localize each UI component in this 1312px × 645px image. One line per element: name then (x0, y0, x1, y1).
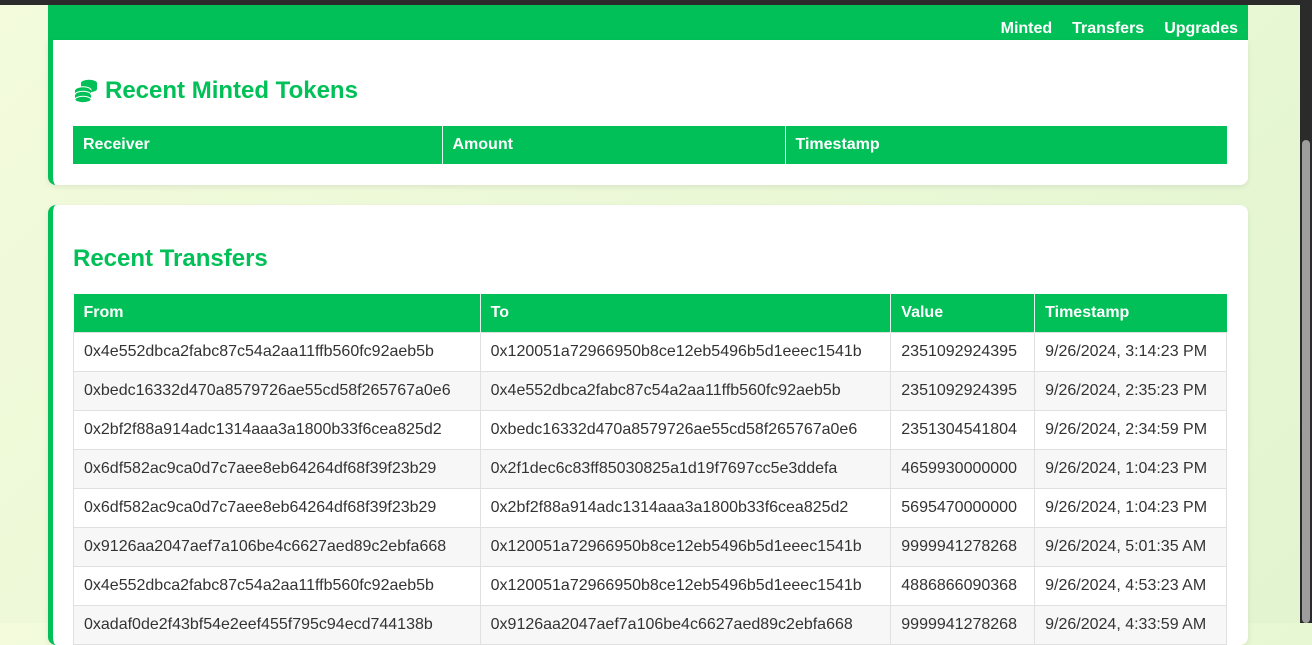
nav-link-transfers[interactable]: Transfers (1072, 20, 1144, 38)
transfer-timestamp: 9/26/2024, 3:14:23 PM (1034, 331, 1227, 372)
from-address: 0xadaf0de2f43bf54e2eef455f795c94ecd74413… (73, 604, 481, 645)
transfer-value: 4659930000000 (890, 448, 1036, 489)
nav-link-upgrades[interactable]: Upgrades (1164, 20, 1238, 38)
to-address: 0x120051a72966950b8ce12eb5496b5d1eeec154… (479, 565, 892, 606)
from-address: 0x6df582ac9ca0d7c7aee8eb64264df68f39f23b… (73, 448, 481, 489)
transfer-timestamp: 9/26/2024, 1:04:23 PM (1034, 487, 1227, 528)
to-address: 0x4e552dbca2fabc87c54a2aa11ffb560fc92aeb… (479, 370, 892, 411)
transfer-timestamp: 9/26/2024, 1:04:23 PM (1034, 448, 1227, 489)
to-address: 0x2f1dec6c83ff85030825a1d19f7697cc5e3dde… (479, 448, 892, 489)
transfer-value: 5695470000000 (890, 487, 1036, 528)
from-address: 0xbedc16332d470a8579726ae55cd58f265767a0… (73, 370, 481, 411)
minted-tokens-card: Recent Minted Tokens Receiver Amount Tim… (48, 40, 1248, 185)
transfer-value: 2351092924395 (890, 331, 1036, 372)
minted-tokens-title: Recent Minted Tokens (105, 77, 358, 104)
from-address: 0x9126aa2047aef7a106be4c6627aed89c2ebfa6… (73, 526, 481, 567)
column-header-value: Value (890, 294, 1036, 332)
table-row: 0x6df582ac9ca0d7c7aee8eb64264df68f39f23b… (73, 487, 1227, 528)
transfer-timestamp: 9/26/2024, 4:53:23 AM (1034, 565, 1227, 606)
to-address: 0xbedc16332d470a8579726ae55cd58f265767a0… (479, 409, 892, 450)
from-address: 0x6df582ac9ca0d7c7aee8eb64264df68f39f23b… (73, 487, 481, 528)
column-header-timestamp: Timestamp (1034, 294, 1227, 332)
table-row: 0x2bf2f88a914adc1314aaa3a1800b33f6cea825… (73, 409, 1227, 450)
column-header-receiver: Receiver (73, 126, 443, 164)
transfer-timestamp: 9/26/2024, 4:33:59 AM (1034, 604, 1227, 645)
minted-tokens-heading: Recent Minted Tokens (73, 77, 358, 105)
transfer-timestamp: 9/26/2024, 2:35:23 PM (1034, 370, 1227, 411)
recent-transfers-title: Recent Transfers (73, 245, 268, 272)
table-row: 0x9126aa2047aef7a106be4c6627aed89c2ebfa6… (73, 526, 1227, 567)
table-row: 0x6df582ac9ca0d7c7aee8eb64264df68f39f23b… (73, 448, 1227, 489)
transfer-value: 9999941278268 (890, 604, 1036, 645)
table-row: 0x4e552dbca2fabc87c54a2aa11ffb560fc92aeb… (73, 331, 1227, 372)
scrollbar[interactable] (1300, 0, 1312, 623)
table-row: 0x4e552dbca2fabc87c54a2aa11ffb560fc92aeb… (73, 565, 1227, 606)
coins-icon (74, 79, 97, 104)
transfer-value: 4886866090368 (890, 565, 1036, 606)
table-row: 0xadaf0de2f43bf54e2eef455f795c94ecd74413… (73, 604, 1227, 645)
from-address: 0x4e552dbca2fabc87c54a2aa11ffb560fc92aeb… (73, 331, 481, 372)
to-address: 0x9126aa2047aef7a106be4c6627aed89c2ebfa6… (479, 604, 892, 645)
recent-transfers-card: Recent Transfers From To Value Timestamp… (48, 205, 1248, 645)
to-address: 0x120051a72966950b8ce12eb5496b5d1eeec154… (479, 526, 892, 567)
from-address: 0x2bf2f88a914adc1314aaa3a1800b33f6cea825… (73, 409, 481, 450)
column-header-from: From (73, 294, 481, 332)
to-address: 0x120051a72966950b8ce12eb5496b5d1eeec154… (479, 331, 892, 372)
nav-link-minted[interactable]: Minted (1001, 20, 1053, 38)
transfer-value: 9999941278268 (890, 526, 1036, 567)
recent-transfers-heading: Recent Transfers (73, 245, 268, 273)
column-header-timestamp: Timestamp (785, 126, 1227, 164)
column-header-amount: Amount (442, 126, 786, 164)
minted-tokens-table: Receiver Amount Timestamp (73, 126, 1227, 164)
table-row: 0xbedc16332d470a8579726ae55cd58f265767a0… (73, 370, 1227, 411)
column-header-to: To (480, 294, 892, 332)
transfer-value: 2351304541804 (890, 409, 1036, 450)
transfer-timestamp: 9/26/2024, 5:01:35 AM (1034, 526, 1227, 567)
from-address: 0x4e552dbca2fabc87c54a2aa11ffb560fc92aeb… (73, 565, 481, 606)
transfer-timestamp: 9/26/2024, 2:34:59 PM (1034, 409, 1227, 450)
to-address: 0x2bf2f88a914adc1314aaa3a1800b33f6cea825… (479, 487, 892, 528)
scrollbar-thumb[interactable] (1302, 140, 1310, 623)
transfers-table: From To Value Timestamp 0x4e552dbca2fabc… (73, 294, 1227, 645)
transfer-value: 2351092924395 (890, 370, 1036, 411)
